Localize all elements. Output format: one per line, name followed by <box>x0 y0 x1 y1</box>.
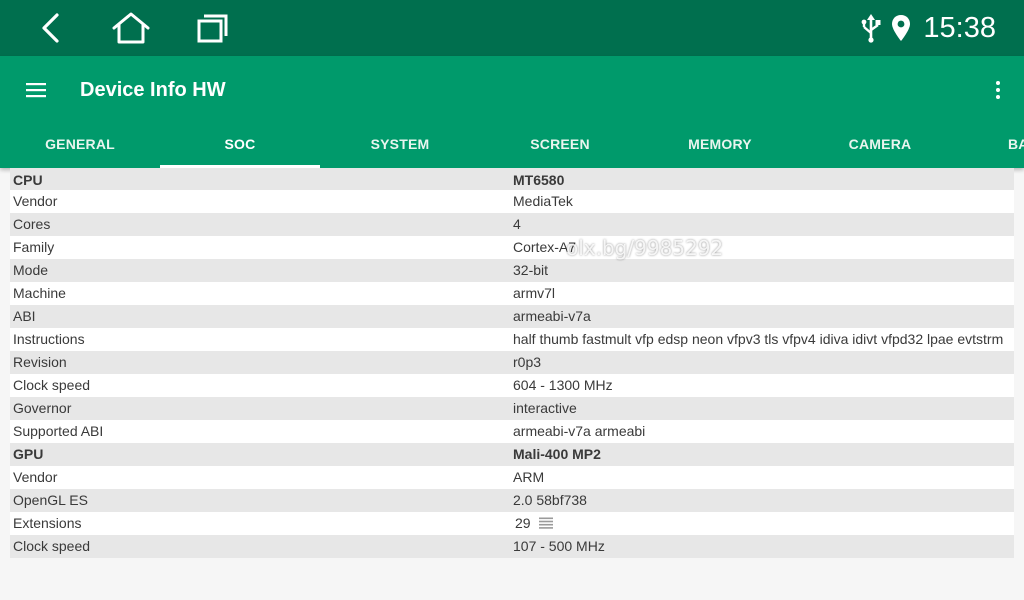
row-label: Governor <box>13 400 72 416</box>
row-value: 604 - 1300 MHz <box>513 377 613 393</box>
table-row[interactable]: Extensions 29 <box>10 512 1014 535</box>
extensions-count: 29 <box>515 515 531 531</box>
table-row: GPU Mali-400 MP2 <box>10 443 1014 466</box>
list-icon[interactable] <box>538 517 553 529</box>
hamburger-menu-icon <box>26 83 46 98</box>
row-value: interactive <box>513 400 577 416</box>
row-label: CPU <box>13 172 43 188</box>
system-status-bar: 15:38 <box>0 0 1024 56</box>
tab-camera[interactable]: CAMERA <box>800 112 960 168</box>
table-row: Supported ABI armeabi-v7a armeabi <box>10 420 1014 443</box>
recents-button[interactable] <box>192 0 234 56</box>
table-row: Clock speed 604 - 1300 MHz <box>10 374 1014 397</box>
tab-screen[interactable]: SCREEN <box>480 112 640 168</box>
row-value: 4 <box>513 216 521 232</box>
row-label: Mode <box>13 262 49 278</box>
table-row: Clock speed 107 - 500 MHz <box>10 535 1014 558</box>
row-value: armeabi-v7a armeabi <box>513 423 646 439</box>
row-label: Supported ABI <box>13 423 104 439</box>
row-label: Cores <box>13 216 51 232</box>
row-value[interactable]: 29 <box>515 512 553 535</box>
row-label: Revision <box>13 354 67 370</box>
tab-system[interactable]: SYSTEM <box>320 112 480 168</box>
row-value: armeabi-v7a <box>513 308 591 324</box>
row-label: Extensions <box>13 515 82 531</box>
home-icon <box>112 12 150 44</box>
location-icon <box>892 15 910 41</box>
overflow-menu-button[interactable] <box>990 76 1006 104</box>
back-button[interactable] <box>30 0 70 56</box>
recents-icon <box>197 14 228 43</box>
soc-info-table: CPU MT6580 Vendor MediaTek Cores 4 Family Co… <box>10 168 1014 558</box>
row-value: Mali-400 MP2 <box>513 446 601 462</box>
tab-general[interactable]: GENERAL <box>0 112 160 168</box>
row-value: MediaTek <box>513 193 573 209</box>
page-title: Device Info HW <box>80 79 226 101</box>
table-row: OpenGL ES 2.0 58bf738 <box>10 489 1014 512</box>
table-row: Family Cortex-A7 <box>10 236 1014 259</box>
back-icon <box>42 13 59 43</box>
row-label: GPU <box>13 446 44 462</box>
menu-button[interactable] <box>22 76 50 104</box>
table-row: Vendor MediaTek <box>10 190 1014 213</box>
row-label: Family <box>13 239 55 255</box>
row-value: half thumb fastmult vfp edsp neon vfpv3 … <box>513 331 1004 347</box>
table-row: Cores 4 <box>10 213 1014 236</box>
row-label: Machine <box>13 285 66 301</box>
row-value: armv7l <box>513 285 556 301</box>
table-row: Instructions half thumb fastmult vfp edsp… <box>10 328 1014 351</box>
table-row: Vendor ARM <box>10 466 1014 489</box>
table-row: Revision r0p3 <box>10 351 1014 374</box>
watermark-text: olx.bg/9985292 <box>566 236 724 260</box>
tab-battery[interactable]: BA <box>960 112 1024 168</box>
row-label: Instructions <box>13 331 85 347</box>
more-vert-icon <box>996 81 1000 99</box>
row-value: 32-bit <box>513 262 549 278</box>
usb-status <box>858 0 884 56</box>
row-value: r0p3 <box>513 354 542 370</box>
tab-bar: GENERAL SOC SYSTEM SCREEN MEMORY CAMERA … <box>0 112 1024 168</box>
row-value: MT6580 <box>513 172 565 188</box>
row-label: Clock speed <box>13 377 91 393</box>
row-label: Vendor <box>13 193 58 209</box>
clock-time: 15:38 <box>923 12 996 44</box>
row-label: ABI <box>13 308 36 324</box>
tab-soc[interactable]: SOC <box>160 112 320 168</box>
table-row: Governor interactive <box>10 397 1014 420</box>
table-row: Mode 32-bit <box>10 259 1014 282</box>
location-status <box>888 0 914 56</box>
row-value: ARM <box>513 469 545 485</box>
tab-memory[interactable]: MEMORY <box>640 112 800 168</box>
table-row: Machine armv7l <box>10 282 1014 305</box>
app-toolbar: Device Info HW GENERAL SOC SYSTEM SCREEN… <box>0 56 1024 168</box>
home-button[interactable] <box>108 0 154 56</box>
row-value: 2.0 58bf738 <box>513 492 587 508</box>
usb-icon <box>861 14 881 43</box>
row-label: Clock speed <box>13 538 91 554</box>
row-label: OpenGL ES <box>13 492 88 508</box>
table-row: ABI armeabi-v7a <box>10 305 1014 328</box>
table-row: CPU MT6580 <box>10 168 1014 190</box>
row-value: 107 - 500 MHz <box>513 538 605 554</box>
row-label: Vendor <box>13 469 58 485</box>
